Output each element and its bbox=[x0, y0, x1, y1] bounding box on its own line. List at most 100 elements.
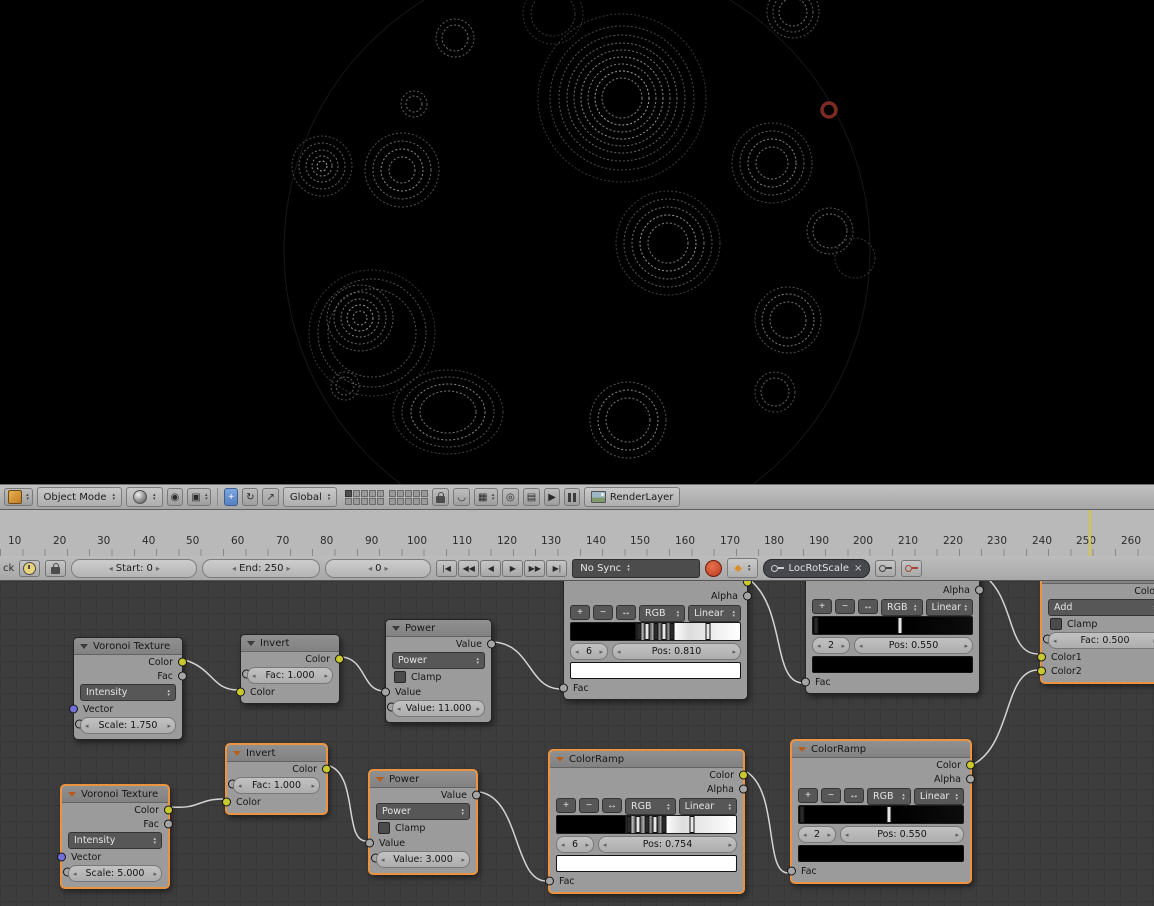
stop-position-field[interactable]: ◂ Pos: 0.550 ▸ bbox=[840, 826, 964, 843]
add-stop-button[interactable]: + bbox=[812, 599, 832, 614]
decrement-arrow-icon[interactable]: ◂ bbox=[73, 870, 77, 878]
color-mode-select[interactable]: RGB ▴ ▾ bbox=[881, 599, 923, 616]
fac-output-socket[interactable] bbox=[178, 671, 187, 681]
prev-keyframe-button[interactable]: ◀◀ bbox=[458, 559, 480, 577]
editor-type-button[interactable]: ▴ ▾ bbox=[4, 488, 33, 506]
collapse-icon[interactable] bbox=[80, 643, 88, 649]
increment-arrow-icon[interactable]: ▸ bbox=[287, 564, 291, 573]
fac-output-socket[interactable] bbox=[164, 819, 173, 829]
alpha-output-socket[interactable] bbox=[743, 591, 752, 601]
decrement-arrow-icon[interactable]: ◂ bbox=[109, 564, 113, 573]
operation-select[interactable]: Power ▴ ▾ bbox=[376, 803, 470, 820]
node-math-power[interactable]: Power Value Power ▴ ▾ Clamp Value ◂ Value: … bbox=[381, 619, 496, 723]
proportional-edit-button[interactable]: ◎ bbox=[502, 488, 519, 506]
layer-cell[interactable] bbox=[369, 489, 377, 497]
layer-cell[interactable] bbox=[345, 497, 353, 505]
collapse-icon[interactable] bbox=[233, 750, 241, 756]
clamp-checkbox[interactable] bbox=[1050, 618, 1062, 630]
interpolation-select[interactable]: Linear ▴ ▾ bbox=[678, 798, 737, 815]
manipulator-rotate-button[interactable]: ↻ bbox=[242, 488, 259, 506]
interpolation-select[interactable]: Linear ▴ ▾ bbox=[913, 788, 964, 805]
ramp-stop[interactable] bbox=[813, 617, 819, 634]
layer-cell[interactable] bbox=[389, 489, 397, 497]
ramp-stop[interactable] bbox=[644, 816, 649, 833]
ramp-stop[interactable] bbox=[653, 623, 658, 640]
decrement-arrow-icon[interactable]: ◂ bbox=[397, 705, 401, 713]
fac-input-socket[interactable] bbox=[545, 876, 554, 886]
active-keying-set-field[interactable]: LocRotScale × bbox=[762, 558, 871, 578]
layer-cell[interactable] bbox=[377, 489, 385, 497]
ramp-stop[interactable] bbox=[636, 623, 642, 640]
node-colorramp[interactable]: Alpha + − ↔ RGB ▴ ▾ Linear ▴ ▾ ◂ 6 ▸ ◂ Pos: 0.8… bbox=[559, 581, 752, 700]
color-mode-select[interactable]: RGB ▴ ▾ bbox=[625, 798, 676, 815]
decrement-arrow-icon[interactable]: ◂ bbox=[85, 722, 89, 730]
ramp-stop[interactable] bbox=[799, 806, 805, 823]
layer-cell[interactable] bbox=[421, 497, 429, 505]
layer-cell[interactable] bbox=[389, 497, 397, 505]
layer-cell[interactable] bbox=[421, 489, 429, 497]
fac-field[interactable]: ◂ Fac: 1.000 ▸ bbox=[247, 667, 333, 684]
increment-arrow-icon[interactable]: ▸ bbox=[167, 722, 171, 730]
node-colorramp[interactable]: Alpha + − ↔ RGB ▴ ▾ Linear ▴ ▾ ◂ 2 ▸ ◂ Pos: 0.5… bbox=[801, 581, 984, 694]
decrement-arrow-icon[interactable]: ◂ bbox=[368, 564, 372, 573]
value-output-socket[interactable] bbox=[472, 790, 481, 800]
increment-arrow-icon[interactable]: ▸ bbox=[153, 870, 157, 878]
node-math-power[interactable]: Power Value Power ▴ ▾ Clamp Value ◂ Value: … bbox=[365, 769, 481, 875]
stop-color-swatch[interactable] bbox=[798, 845, 964, 862]
gradient-bar[interactable] bbox=[570, 622, 741, 641]
stop-position-field[interactable]: ◂ Pos: 0.550 ▸ bbox=[854, 637, 973, 654]
clamp-checkbox[interactable] bbox=[378, 822, 390, 834]
pause-button[interactable] bbox=[563, 488, 580, 506]
alpha-output-socket[interactable] bbox=[966, 774, 975, 784]
flip-ramp-button[interactable]: ↔ bbox=[844, 788, 864, 803]
mode-select[interactable]: Object Mode ▴ ▾ bbox=[36, 487, 123, 507]
increment-arrow-icon[interactable]: ▸ bbox=[311, 782, 315, 790]
clipped-menu-label[interactable]: ck bbox=[3, 563, 14, 574]
delete-stop-button[interactable]: − bbox=[593, 605, 613, 620]
collapse-icon[interactable] bbox=[247, 640, 255, 646]
lock-frame-button[interactable] bbox=[45, 559, 67, 577]
flip-ramp-button[interactable]: ↔ bbox=[616, 605, 636, 620]
jump-to-start-button[interactable]: |◀ bbox=[436, 559, 458, 577]
current-frame-field[interactable]: ◂ 0 ▸ bbox=[325, 558, 432, 578]
decrement-arrow-icon[interactable]: ◂ bbox=[381, 856, 385, 864]
decrement-arrow-icon[interactable]: ◂ bbox=[575, 648, 579, 656]
lock-to-scene-button[interactable] bbox=[432, 488, 450, 506]
collapse-icon[interactable] bbox=[376, 776, 384, 782]
alpha-output-socket[interactable] bbox=[975, 585, 984, 595]
increment-arrow-icon[interactable]: ▸ bbox=[728, 841, 732, 849]
decrement-arrow-icon[interactable]: ◂ bbox=[845, 831, 849, 839]
blend-type-select[interactable]: Add▴▾ bbox=[1048, 599, 1154, 616]
stop-index-field[interactable]: ◂ 6 ▸ bbox=[570, 643, 608, 660]
layer-cell[interactable] bbox=[345, 489, 353, 497]
node-colorramp[interactable]: ColorRamp Color Alpha + − ↔ RGB ▴ ▾ Linear… bbox=[787, 739, 975, 884]
increment-arrow-icon[interactable]: ▸ bbox=[384, 564, 388, 573]
ramp-stop-selected[interactable] bbox=[689, 816, 695, 833]
layer-cell[interactable] bbox=[405, 489, 413, 497]
color-output-socket[interactable] bbox=[164, 805, 173, 815]
color2-input-socket[interactable] bbox=[1037, 666, 1046, 676]
increment-arrow-icon[interactable]: ▸ bbox=[324, 672, 328, 680]
timeline-ruler[interactable]: 10 20 30 40 50 60 70 80 90 100 110 120 1… bbox=[0, 510, 1154, 557]
decrement-arrow-icon[interactable]: ◂ bbox=[617, 648, 621, 656]
vector-input-socket[interactable] bbox=[69, 704, 78, 714]
viewport-shading-select[interactable]: ▴ ▾ bbox=[126, 487, 163, 507]
flip-ramp-button[interactable]: ↔ bbox=[858, 599, 878, 614]
increment-arrow-icon[interactable]: ▸ bbox=[732, 648, 736, 656]
increment-arrow-icon[interactable]: ▸ bbox=[585, 841, 589, 849]
end-frame-field[interactable]: ◂ End: 250 ▸ bbox=[202, 558, 321, 578]
color1-input-socket[interactable] bbox=[1037, 652, 1046, 662]
increment-arrow-icon[interactable]: ▸ bbox=[461, 856, 465, 864]
color-input-socket[interactable] bbox=[236, 687, 245, 697]
gradient-bar[interactable] bbox=[812, 616, 973, 635]
stop-color-swatch[interactable] bbox=[570, 662, 741, 679]
ramp-stop[interactable] bbox=[661, 623, 667, 640]
play-reverse-button[interactable]: ◀ bbox=[480, 559, 502, 577]
node-mix[interactable]: Color Add▴▾ Clamp ◂Fac: 0.500▸ Color1 Co… bbox=[1037, 581, 1154, 684]
increment-arrow-icon[interactable]: ▸ bbox=[827, 831, 831, 839]
delete-keyframe-button[interactable] bbox=[901, 559, 923, 577]
decrement-arrow-icon[interactable]: ◂ bbox=[561, 841, 565, 849]
opengl-render-button[interactable]: ▤ bbox=[522, 488, 541, 506]
node-header[interactable]: ColorRamp bbox=[550, 751, 743, 768]
play-button[interactable]: ▶ bbox=[502, 559, 524, 577]
